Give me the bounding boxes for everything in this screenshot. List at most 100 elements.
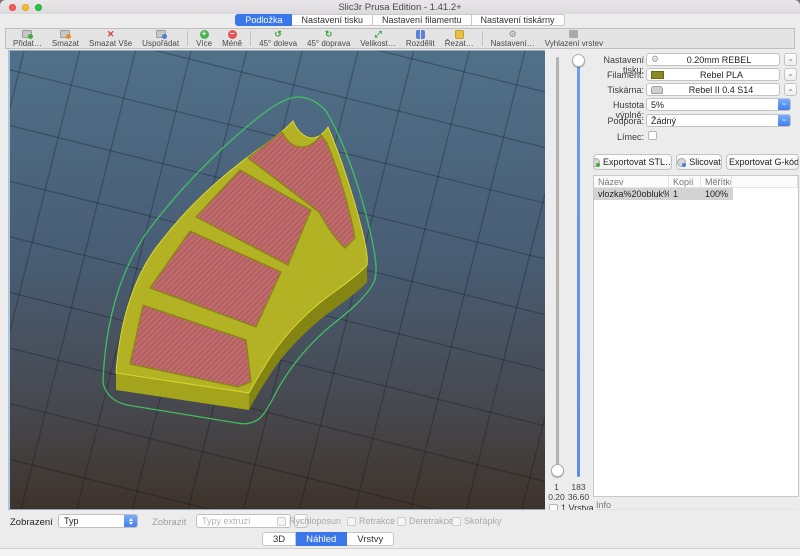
delete-all-button[interactable]: ✕ Smazat Vše [84, 29, 137, 48]
toolbar: Přidat… Smazat ✕ Smazat Vše Uspořádat + … [5, 28, 795, 49]
titlebar: Slic3r Prusa Edition - 1.41.2+ [0, 0, 800, 14]
toolbar-label: Velikost… [360, 39, 396, 48]
retrakce-label: Retrakce [359, 516, 395, 526]
split-button[interactable]: Rozdělit [401, 29, 440, 48]
object-table-header: Název Kopií Měřítko [594, 176, 798, 188]
min-height-value: 0.20 [548, 492, 566, 502]
print-settings-dropdown-button[interactable]: ⌄ [784, 53, 797, 66]
view-mode-3d-button[interactable]: 3D [262, 532, 296, 546]
rotate-ccw-icon: ↺ [274, 30, 282, 39]
toolbar-label: Nastavení… [491, 39, 535, 48]
object-list-table[interactable]: Název Kopií Měřítko vlozka%20obluk%204.s… [593, 175, 799, 497]
layer-number-labels: 1183 [547, 482, 592, 492]
preview-3d-scene [10, 51, 545, 509]
toolbar-label: 45° doleva [259, 39, 297, 48]
gear-icon: ⚙ [651, 54, 659, 65]
tab-nastaveni-filamentu[interactable]: Nastavení filamentu [373, 14, 472, 26]
column-copies[interactable]: Kopií [669, 176, 701, 187]
min-layer-value: 1 [548, 482, 566, 492]
printer-icon [651, 86, 663, 94]
toolbar-label: Přidat… [13, 39, 42, 48]
toolbar-separator [187, 31, 188, 46]
delete-button[interactable]: Smazat [47, 29, 84, 48]
slice-icon [677, 158, 686, 167]
tab-podlozka[interactable]: Podložka [235, 14, 292, 26]
skorapky-checkbox-row: Skořápky [452, 516, 502, 526]
printer-dropdown-button[interactable]: ⌄ [784, 83, 797, 96]
view-type-value: Typ [59, 516, 124, 526]
toolbar-label: Vyhlazení vrstev [545, 39, 603, 48]
window-title: Slic3r Prusa Edition - 1.41.2+ [0, 2, 800, 13]
layer-slider-strip: 1183 0.2036.60 1 Vrstva [547, 50, 592, 516]
slice-button[interactable]: Slicovat [676, 154, 722, 170]
export-stl-label: Exportovat STL… [603, 157, 672, 167]
retrakce-checkbox-row: Retrakce [347, 516, 395, 526]
infill-value: 5% [647, 100, 778, 110]
export-stl-icon [593, 158, 600, 167]
skorapky-checkbox[interactable] [452, 517, 461, 526]
add-button[interactable]: Přidat… [8, 29, 47, 48]
delete-icon [60, 30, 70, 39]
column-name[interactable]: Název [594, 176, 669, 187]
delete-all-icon: ✕ [107, 30, 115, 39]
plus-circle-icon: + [200, 30, 209, 39]
layer-min-slider[interactable] [556, 57, 559, 477]
infill-select[interactable]: 5% ⌄ [646, 98, 791, 111]
toolbar-label: 45° doprava [307, 39, 350, 48]
support-select[interactable]: Žádný ⌄ [646, 114, 791, 127]
filament-dropdown-button[interactable]: ⌄ [784, 68, 797, 81]
column-scale[interactable]: Měřítko [701, 176, 732, 187]
arrange-button[interactable]: Uspořádat [137, 29, 184, 48]
tab-nastaveni-tiskarny[interactable]: Nastavení tiskárny [472, 14, 565, 26]
printer-value: Rebel II 0.4 S14 [663, 85, 779, 95]
skorapky-label: Skořápky [464, 516, 502, 526]
preview-3d-viewport[interactable] [8, 50, 545, 510]
split-icon [416, 30, 425, 39]
rotate-left-button[interactable]: ↺ 45° doleva [254, 29, 302, 48]
scale-button[interactable]: ⤢ Velikost… [355, 29, 401, 48]
view-mode-layers-button[interactable]: Vrstvy [347, 532, 394, 546]
printer-select[interactable]: Rebel II 0.4 S14 [646, 83, 780, 96]
settings-panel: Nastavení tisku: ⚙ 0.20mm REBEL ⌄ Filame… [592, 50, 800, 548]
chevron-down-icon: ⌄ [778, 114, 790, 127]
layers-icon [569, 30, 578, 39]
rychloposun-label: Rychloposun [289, 516, 341, 526]
layer-min-slider-thumb[interactable] [551, 464, 564, 477]
view-type-select[interactable]: Typ [58, 514, 138, 528]
gear-icon: ⚙ [509, 30, 517, 39]
print-settings-select[interactable]: ⚙ 0.20mm REBEL [646, 53, 780, 66]
object-row-selected[interactable]: vlozka%20obluk%204.stl 1 100% [594, 188, 733, 200]
slice-label: Slicovat [689, 157, 721, 167]
toolbar-label: Rozdělit [406, 39, 435, 48]
layer-height-labels: 0.2036.60 [547, 492, 592, 502]
layer-editing-button[interactable]: Vyhlazení vrstev [540, 29, 608, 48]
rotate-right-button[interactable]: ↻ 45° doprava [302, 29, 355, 48]
retrakce-checkbox[interactable] [347, 517, 356, 526]
layer-max-slider[interactable] [577, 57, 580, 477]
print-settings-value: 0.20mm REBEL [659, 55, 779, 65]
toolbar-separator [482, 31, 483, 46]
minus-circle-icon: − [228, 30, 237, 39]
brim-checkbox[interactable] [648, 131, 657, 140]
export-gcode-button[interactable]: Exportovat G-kód… [726, 154, 799, 170]
layer-max-slider-thumb[interactable] [572, 54, 585, 67]
toolbar-label: Smazat [52, 39, 79, 48]
status-bar [0, 548, 800, 556]
tab-nastaveni-tisku[interactable]: Nastavení tisku [292, 14, 373, 26]
object-settings-button[interactable]: ⚙ Nastavení… [486, 29, 540, 48]
scale-icon: ⤢ [374, 30, 381, 39]
deretrakce-checkbox[interactable] [397, 517, 406, 526]
filament-color-swatch [651, 71, 664, 79]
fewer-copies-button[interactable]: − Méně [217, 29, 247, 48]
deretrakce-checkbox-row: Deretrakce [397, 516, 453, 526]
view-mode-preview-button[interactable]: Náhled [296, 532, 347, 546]
filament-select[interactable]: Rebel PLA [646, 68, 780, 81]
cut-button[interactable]: Řezat… [440, 29, 479, 48]
printer-label: Tiskárna: [592, 85, 644, 95]
app-window: Slic3r Prusa Edition - 1.41.2+ Podložka … [0, 0, 800, 556]
export-stl-button[interactable]: Exportovat STL… [593, 154, 672, 170]
rychloposun-checkbox-row: Rychloposun [277, 516, 341, 526]
filament-value: Rebel PLA [664, 70, 779, 80]
more-copies-button[interactable]: + Více [191, 29, 217, 48]
rychloposun-checkbox[interactable] [277, 517, 286, 526]
